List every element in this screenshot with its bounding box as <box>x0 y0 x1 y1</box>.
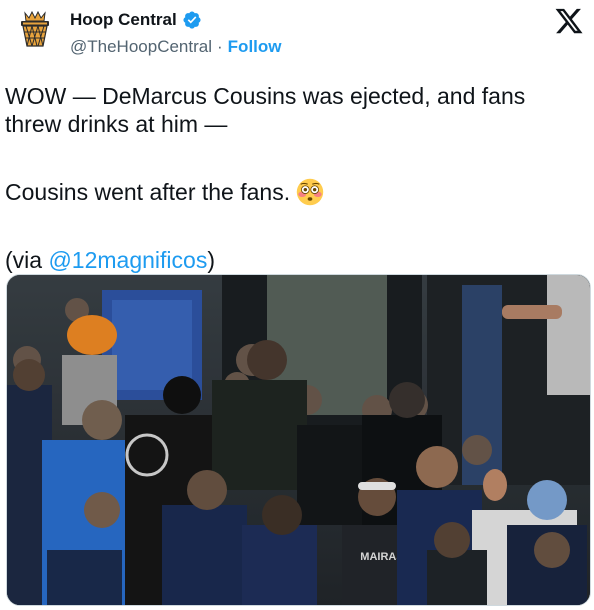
tweet-card: Hoop Central @TheHoopCentral · Follow WOW … <box>0 0 594 610</box>
author-avatar[interactable] <box>12 8 58 54</box>
verified-badge-icon <box>183 11 201 29</box>
author-name-row[interactable]: Hoop Central <box>70 9 202 31</box>
tweet-line-1: WOW — DeMarcus Cousins was ejected, and … <box>5 83 526 137</box>
tweet-media-video[interactable]: MAIRAS <box>6 274 591 606</box>
tweet-line-3: (via @12magnificos) <box>5 246 585 274</box>
via-suffix: ) <box>207 247 215 273</box>
source-mention-link[interactable]: @12magnificos <box>48 247 207 273</box>
x-logo-icon[interactable] <box>554 6 584 36</box>
author-handle[interactable]: @TheHoopCentral <box>70 37 212 56</box>
tweet-line-2: Cousins went after the fans. <box>5 178 585 206</box>
hoop-central-logo <box>12 8 58 54</box>
follow-button[interactable]: Follow <box>228 37 282 56</box>
author-handle-row: @TheHoopCentral · Follow <box>70 36 282 58</box>
author-name[interactable]: Hoop Central <box>70 9 177 31</box>
flushed-face-emoji <box>296 178 324 206</box>
via-prefix: (via <box>5 247 49 273</box>
arena-crowd-scene: MAIRAS <box>7 275 590 605</box>
tweet-line-2-text: Cousins went after the fans. <box>5 179 291 205</box>
tweet-text: WOW — DeMarcus Cousins was ejected, and … <box>5 82 585 274</box>
handle-separator: · <box>217 37 223 56</box>
